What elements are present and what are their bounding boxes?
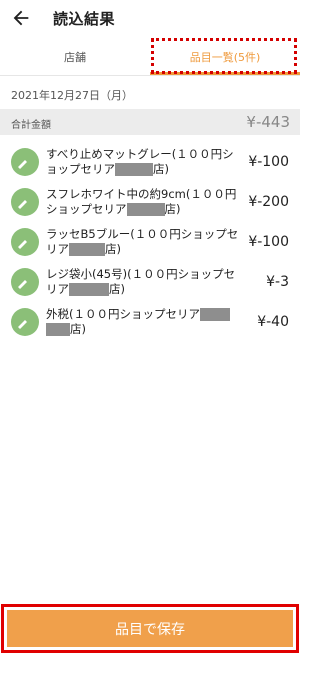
highlight-annotation: 品目で保存 bbox=[1, 604, 299, 653]
item-name: ラッセB5ブルー(１００円ショップセリア 店) bbox=[46, 227, 239, 256]
tab-item-list[interactable]: 品目一覧(5件) bbox=[150, 38, 300, 76]
page-title: 読込結果 bbox=[53, 10, 116, 28]
redacted-area bbox=[126, 203, 165, 216]
item-price: ¥-100 bbox=[248, 154, 289, 170]
item-price: ¥-200 bbox=[248, 194, 289, 210]
broom-icon bbox=[11, 308, 39, 336]
redacted-area bbox=[115, 163, 153, 176]
active-tab-indicator bbox=[150, 72, 300, 75]
redacted-area bbox=[200, 308, 230, 321]
item-price: ¥-40 bbox=[257, 314, 289, 330]
item-name: スフレホワイト中の約9cm(１００円ショップセリア 店) bbox=[46, 187, 237, 216]
broom-icon bbox=[11, 228, 39, 256]
redacted-area bbox=[46, 323, 70, 336]
item-name: すべり止めマットグレー(１００円ショップセリア 店) bbox=[46, 147, 234, 176]
item-name: レジ袋小(45号)(１００円ショップセリア 店) bbox=[46, 267, 236, 296]
arrow-left-icon[interactable] bbox=[10, 7, 32, 29]
total-value: ¥-443 bbox=[246, 113, 290, 131]
save-items-button[interactable]: 品目で保存 bbox=[7, 610, 293, 647]
app-bar: 読込結果 bbox=[0, 0, 300, 38]
tab-store[interactable]: 店舗 bbox=[0, 38, 150, 76]
tab-bar: 店舗 品目一覧(5件) bbox=[0, 38, 300, 76]
item-price: ¥-3 bbox=[266, 274, 289, 290]
broom-icon bbox=[11, 188, 39, 216]
redacted-area bbox=[69, 243, 105, 256]
list-item[interactable]: すべり止めマットグレー(１００円ショップセリア 店) ¥-100 bbox=[0, 140, 300, 180]
item-name: 外税(１００円ショップセリア店) bbox=[46, 307, 242, 337]
item-price: ¥-100 bbox=[248, 234, 289, 250]
list-item[interactable]: ラッセB5ブルー(１００円ショップセリア 店) ¥-100 bbox=[0, 220, 300, 260]
redacted-area bbox=[69, 283, 109, 296]
list-item[interactable]: 外税(１００円ショップセリア店) ¥-40 bbox=[0, 300, 300, 340]
total-label: 合計金額 bbox=[11, 120, 51, 131]
list-item[interactable]: レジ袋小(45号)(１００円ショップセリア 店) ¥-3 bbox=[0, 260, 300, 300]
total-row: 合計金額 ¥-443 bbox=[0, 109, 300, 135]
item-list: すべり止めマットグレー(１００円ショップセリア 店) ¥-100 スフレホワイト中… bbox=[0, 140, 300, 340]
list-item[interactable]: スフレホワイト中の約9cm(１００円ショップセリア 店) ¥-200 bbox=[0, 180, 300, 220]
broom-icon bbox=[11, 268, 39, 296]
broom-icon bbox=[11, 148, 39, 176]
receipt-date: 2021年12月27日（月） bbox=[11, 89, 133, 102]
